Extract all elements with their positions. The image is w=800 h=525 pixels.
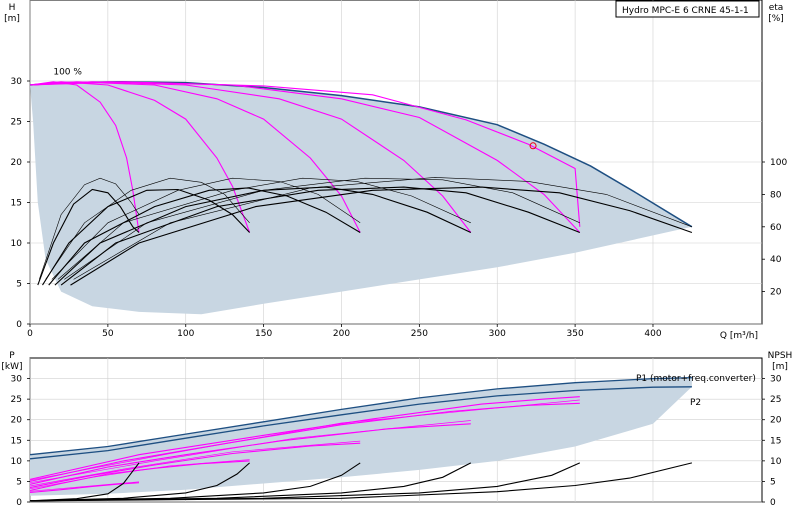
y2-tick-label: 5: [770, 477, 776, 487]
y2-tick-label: 20: [770, 288, 782, 298]
x-tick-label: 350: [567, 329, 584, 339]
y-tick-label: 5: [16, 280, 22, 290]
legend-p2-label: P2: [690, 398, 701, 408]
y-axis-label: H: [9, 3, 16, 13]
legend-p1-label: P1 (motor+freq.converter): [636, 374, 756, 384]
y2-tick-label: 100: [770, 158, 787, 168]
y-tick-label: 0: [16, 320, 22, 330]
y2-tick-label: 60: [770, 223, 782, 233]
x-tick-label: 100: [177, 329, 194, 339]
curve-percent-annotation: 100 %: [53, 68, 82, 78]
y-tick-label: 5: [16, 477, 22, 487]
x-tick-label: 150: [255, 329, 272, 339]
x-tick-label: 50: [102, 329, 114, 339]
y2-tick-label: 30: [770, 375, 782, 385]
y2-tick-label: 0: [770, 498, 776, 508]
npsh-axis-label: NPSH: [768, 351, 793, 361]
power-npsh-panel: 0 5 10 15 20 25 30 0 5 10 15 20 25 30 P[kW] NPSH[m] P1 (…: [1, 351, 792, 508]
x-tick-label: 300: [489, 329, 506, 339]
y-tick-label: 25: [11, 395, 22, 405]
y-tick-label: 10: [11, 239, 23, 249]
y-tick-label: 0: [16, 498, 22, 508]
x-tick-label: 400: [644, 329, 661, 339]
y-tick-label: 20: [11, 416, 23, 426]
y2-tick-label: 15: [770, 436, 781, 446]
qh-panel: 0 5 10 15 20 25 30 20 40 60 80 100 0 50 100 150 200 250 30…: [4, 0, 787, 341]
y-tick-label: 20: [11, 158, 23, 168]
y-tick-label: 30: [11, 77, 23, 87]
y-tick-label: 10: [11, 457, 23, 467]
y-tick-label: 15: [11, 436, 22, 446]
y-tick-label: 30: [11, 375, 23, 385]
x-tick-label: 250: [411, 329, 428, 339]
x-tick-label: 200: [333, 329, 350, 339]
chart-title-box: Hydro MPC-E 6 CRNE 45-1-1: [615, 0, 760, 18]
power-axis-unit: [kW]: [1, 362, 22, 372]
y-tick-label: 15: [11, 199, 22, 209]
y2-axis-unit: [%]: [768, 14, 784, 24]
y2-tick-label: 20: [770, 416, 782, 426]
y2-tick-label: 10: [770, 457, 782, 467]
y2-tick-label: 80: [770, 190, 782, 200]
chart-canvas: 051015202530204060801000 50 100 150 200 250 30…: [1, 0, 792, 508]
pump-performance-chart: 0 5 10 15 20 25 30 20 40 60 80 100 0 50 100 150 200 250 30…: [0, 0, 800, 520]
y-axis-unit: [m]: [4, 14, 20, 24]
y2-tick-label: 25: [770, 395, 781, 405]
y2-tick-label: 40: [770, 255, 782, 265]
npsh-axis-unit: [m]: [772, 362, 788, 372]
y-tick-label: 25: [11, 118, 22, 128]
x-tick-label: 0: [27, 329, 33, 339]
y2-axis-label: eta: [769, 3, 784, 13]
power-axis-label: P: [9, 351, 15, 361]
x-axis-label: Q [m³/h]: [720, 331, 758, 341]
chart-title: Hydro MPC-E 6 CRNE 45-1-1: [622, 6, 749, 16]
